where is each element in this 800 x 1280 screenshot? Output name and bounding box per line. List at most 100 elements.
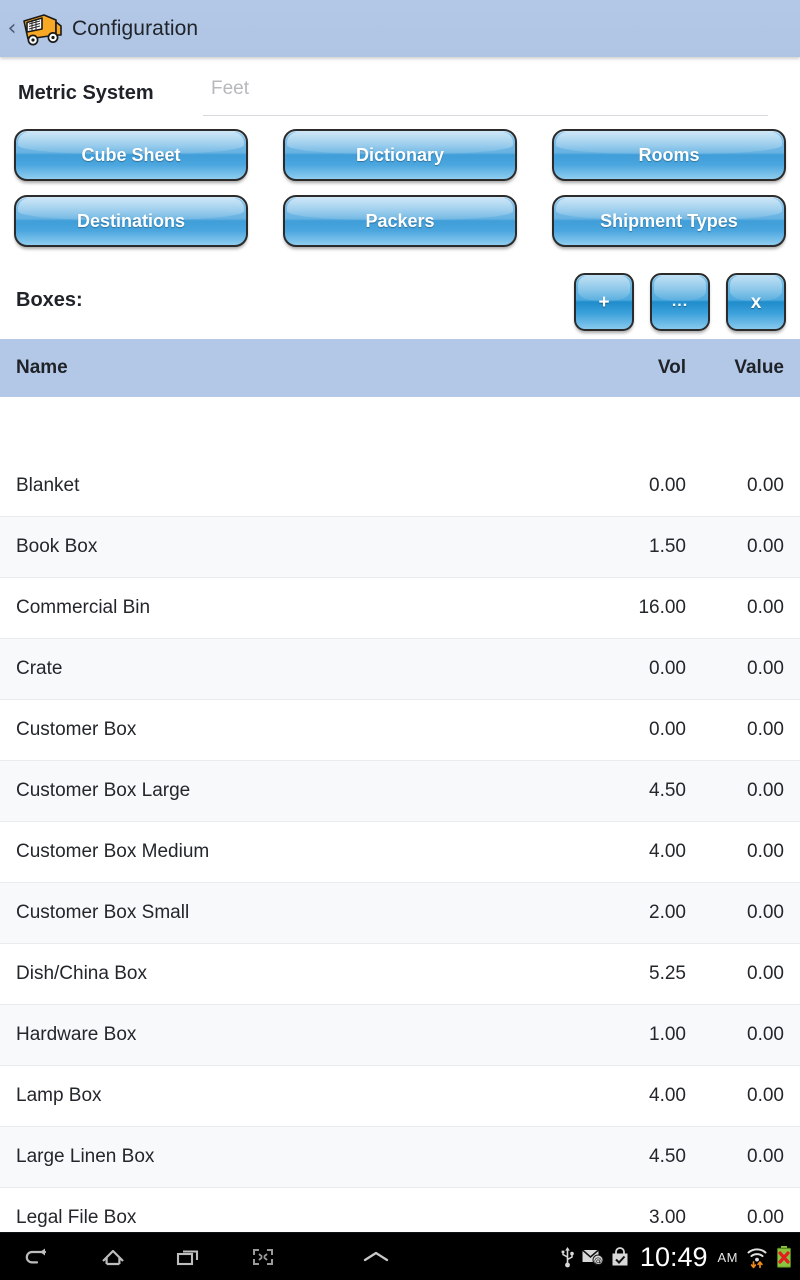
home-icon[interactable] xyxy=(75,1233,150,1280)
cell-name: Hardware Box xyxy=(16,1024,137,1045)
metric-system-row: Metric System Feet xyxy=(0,57,800,129)
boxes-action-buttons: + ... x xyxy=(574,273,786,331)
title-bar: ‹ Configuration xyxy=(0,0,800,57)
table-row[interactable]: Book Box 1.50 0.00 xyxy=(0,517,800,578)
cell-value: 0.00 xyxy=(747,1024,784,1045)
column-header-name[interactable]: Name xyxy=(16,357,566,379)
delete-box-label: x xyxy=(750,291,762,313)
cell-vol: 4.50 xyxy=(649,1146,686,1167)
table-row[interactable]: Dish/China Box 5.25 0.00 xyxy=(0,944,800,1005)
table-row[interactable]: Large Linen Box 4.50 0.00 xyxy=(0,1127,800,1188)
app-screen: ‹ Configuration Metric System Feet Cube … xyxy=(0,0,800,1280)
button-row-2: Destinations Packers Shipment Types xyxy=(14,195,786,247)
shipment-types-label: Shipment Types xyxy=(600,210,738,231)
rooms-label: Rooms xyxy=(638,144,700,165)
cell-vol: 1.00 xyxy=(649,1024,686,1045)
cell-name: Lamp Box xyxy=(16,1085,102,1106)
section-buttons-grid: Cube Sheet Dictionary Rooms Destinations… xyxy=(0,129,800,247)
cell-value: 0.00 xyxy=(747,658,784,679)
button-row-1: Cube Sheet Dictionary Rooms xyxy=(14,129,786,181)
cell-vol: 4.50 xyxy=(649,780,686,801)
dictionary-label: Dictionary xyxy=(355,144,444,165)
column-header-vol[interactable]: Vol xyxy=(566,357,686,379)
destinations-label: Destinations xyxy=(76,210,186,231)
packers-label: Packers xyxy=(365,210,435,231)
table-row[interactable]: Customer Box Small 2.00 0.00 xyxy=(0,883,800,944)
more-box-button[interactable]: ... xyxy=(650,273,710,331)
metric-system-label: Metric System xyxy=(18,81,154,104)
cell-name: Commercial Bin xyxy=(16,597,151,618)
more-box-label: ... xyxy=(671,293,689,310)
cell-value: 0.00 xyxy=(747,963,784,984)
boxes-section-header: Boxes: + ... x xyxy=(0,261,800,339)
metric-system-input[interactable]: Feet xyxy=(203,70,782,116)
recent-apps-icon[interactable] xyxy=(150,1233,225,1280)
table-row[interactable]: Blanket 0.00 0.00 xyxy=(0,456,800,517)
cell-value: 0.00 xyxy=(747,780,784,801)
packers-button[interactable]: Packers xyxy=(282,195,517,247)
cell-vol: 0.00 xyxy=(649,658,686,679)
cell-value: 0.00 xyxy=(747,1207,784,1228)
cell-name: Legal File Box xyxy=(16,1207,137,1228)
cell-value: 0.00 xyxy=(747,597,784,618)
delete-box-button[interactable]: x xyxy=(726,273,786,331)
wifi-icon xyxy=(745,1245,769,1269)
add-box-button[interactable]: + xyxy=(574,273,634,331)
table-row[interactable]: Commercial Bin 16.00 0.00 xyxy=(0,578,800,639)
table-row[interactable]: Hardware Box 1.00 0.00 xyxy=(0,1005,800,1066)
cell-value: 0.00 xyxy=(747,475,784,496)
page-title: Configuration xyxy=(72,16,199,40)
screenshot-icon[interactable] xyxy=(225,1233,300,1280)
cube-sheet-button[interactable]: Cube Sheet xyxy=(14,129,248,181)
android-navigation-bar: @ 10:49 AM xyxy=(0,1232,800,1280)
cell-value: 0.00 xyxy=(747,1146,784,1167)
status-ampm: AM xyxy=(717,1249,738,1265)
table-row[interactable]: Lamp Box 4.00 0.00 xyxy=(0,1066,800,1127)
cell-vol: 0.00 xyxy=(649,475,686,496)
cube-sheet-label: Cube Sheet xyxy=(81,144,181,165)
table-row[interactable]: Crate 0.00 0.00 xyxy=(0,639,800,700)
destinations-button[interactable]: Destinations xyxy=(14,195,248,247)
status-clock: 10:49 xyxy=(639,1241,708,1272)
table-row[interactable]: Customer Box 0.00 0.00 xyxy=(0,700,800,761)
usb-icon xyxy=(560,1246,575,1268)
cell-name: Crate xyxy=(16,658,63,679)
moving-truck-icon xyxy=(18,9,64,49)
input-underline xyxy=(203,115,768,116)
cell-vol: 1.50 xyxy=(649,536,686,557)
table-row[interactable]: Legal File Box 3.00 0.00 xyxy=(0,1188,800,1232)
cell-name: Customer Box Large xyxy=(16,780,191,801)
cell-vol: 4.00 xyxy=(649,841,686,862)
email-icon: @ xyxy=(581,1248,604,1266)
cell-vol: 5.25 xyxy=(649,963,686,984)
cell-name: Book Box xyxy=(16,536,98,557)
cell-value: 0.00 xyxy=(747,902,784,923)
cell-vol: 4.00 xyxy=(649,1085,686,1106)
cell-name: Customer Box Medium xyxy=(16,841,210,862)
column-header-value[interactable]: Value xyxy=(686,357,784,379)
svg-text:@: @ xyxy=(594,1256,602,1265)
table-row[interactable]: Customer Box Large 4.50 0.00 xyxy=(0,761,800,822)
cell-value: 0.00 xyxy=(747,719,784,740)
metric-system-value: Feet xyxy=(211,78,250,99)
rooms-button[interactable]: Rooms xyxy=(551,129,786,181)
cell-name: Blanket xyxy=(16,475,80,496)
cell-value: 0.00 xyxy=(747,536,784,557)
cell-vol: 3.00 xyxy=(649,1207,686,1228)
status-bar: @ 10:49 AM xyxy=(560,1233,792,1280)
back-icon[interactable] xyxy=(0,1233,75,1280)
cell-name: Customer Box xyxy=(16,719,137,740)
shipment-types-button[interactable]: Shipment Types xyxy=(551,195,786,247)
cell-vol: 2.00 xyxy=(649,902,686,923)
boxes-table-body[interactable]: Blanket 0.00 0.00 Book Box 1.50 0.00 Commercia… xyxy=(0,456,800,1232)
dictionary-button[interactable]: Dictionary xyxy=(282,129,517,181)
cell-value: 0.00 xyxy=(747,1085,784,1106)
table-row[interactable]: Customer Box Medium 4.00 0.00 xyxy=(0,822,800,883)
cell-name: Dish/China Box xyxy=(16,963,147,984)
cell-value: 0.00 xyxy=(747,841,784,862)
cell-vol: 16.00 xyxy=(638,597,686,618)
cell-vol: 0.00 xyxy=(649,719,686,740)
cell-name: Large Linen Box xyxy=(16,1146,155,1167)
battery-error-icon xyxy=(776,1245,792,1269)
chevron-up-icon[interactable] xyxy=(338,1233,413,1280)
